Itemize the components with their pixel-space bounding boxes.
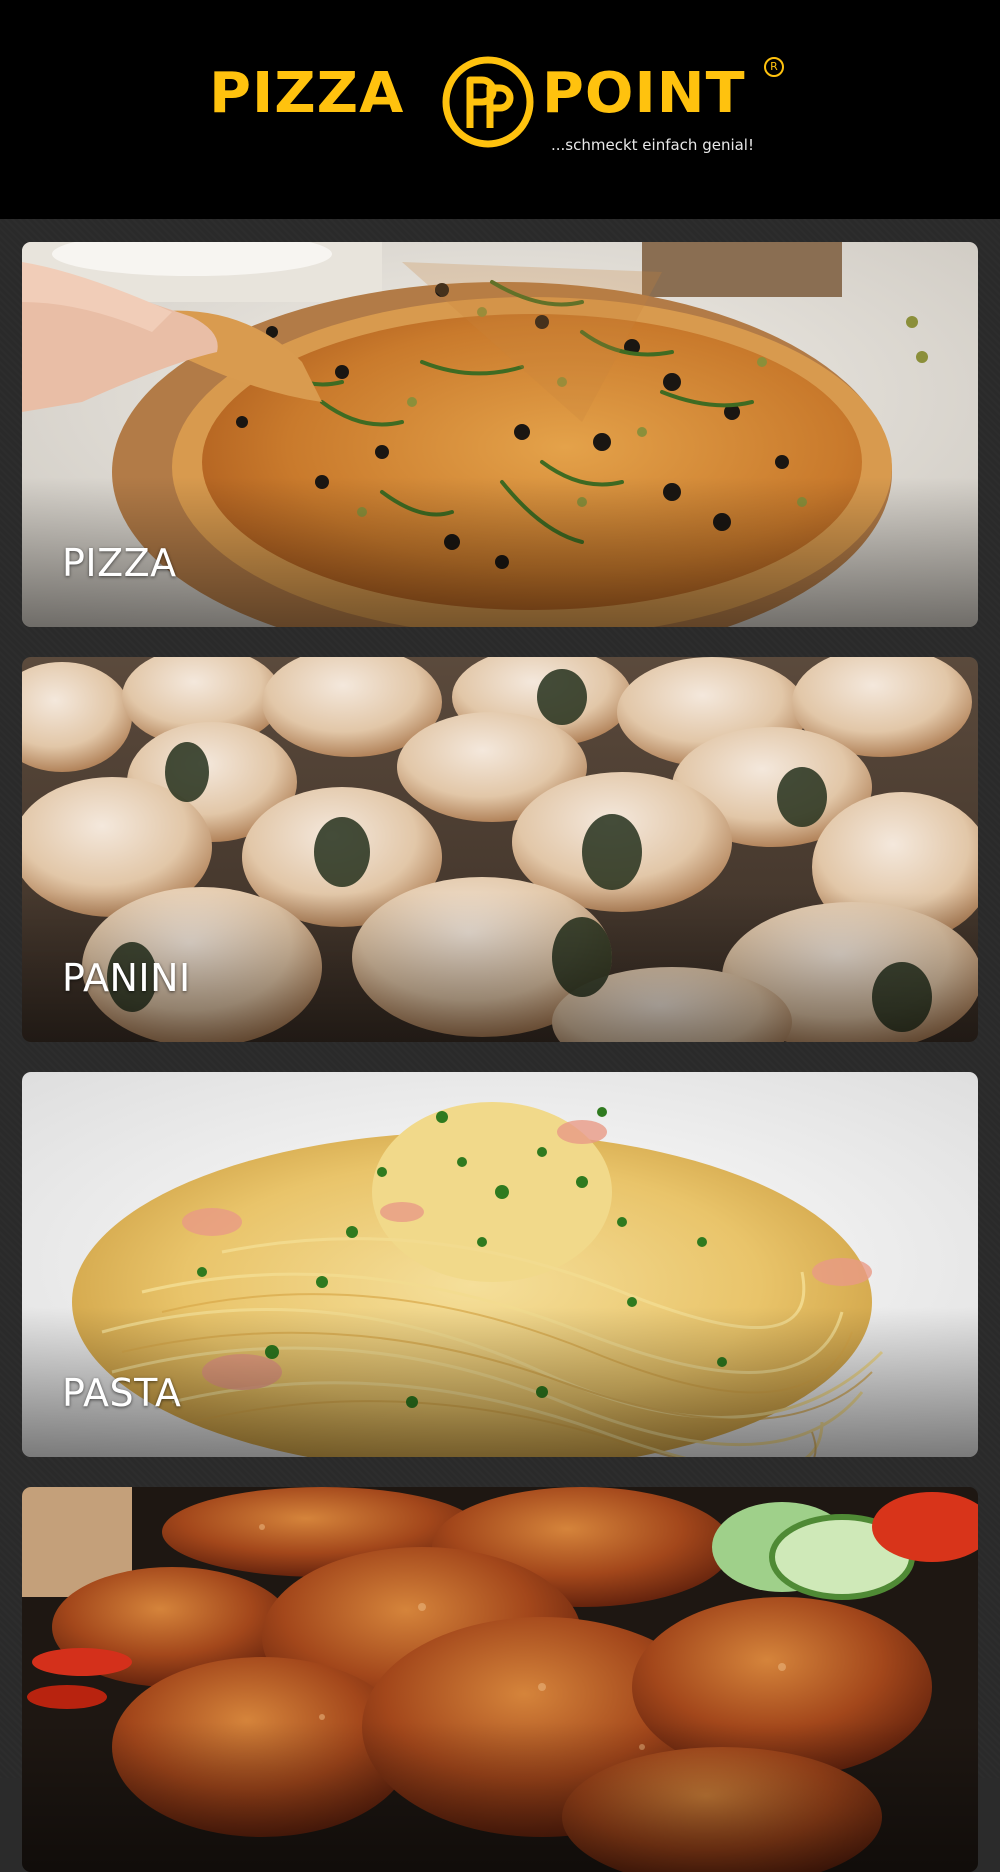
logo-tagline: ...schmeckt einfach genial! — [551, 136, 754, 154]
category-list: PIZZA PANINI PASTA — [0, 219, 1000, 1872]
category-card-pasta[interactable]: PASTA — [22, 1072, 978, 1457]
category-label: PANINI — [62, 956, 191, 1000]
app-header: PIZZA POINT R ...schmeckt einfach genial… — [0, 0, 1000, 219]
category-label: PIZZA — [62, 541, 177, 585]
card-overlay — [22, 1722, 978, 1872]
logo-wordmark-right: POINT — [542, 61, 746, 126]
category-card-panini[interactable]: PANINI — [22, 657, 978, 1042]
category-card-pizza[interactable]: PIZZA — [22, 242, 978, 627]
logo-wordmark-left: PIZZA — [209, 61, 405, 126]
pizza-point-logo[interactable]: PIZZA POINT R ...schmeckt einfach genial… — [208, 52, 790, 162]
pp-monogram-icon — [442, 56, 534, 148]
category-label: PASTA — [62, 1371, 182, 1415]
category-card-wings[interactable] — [22, 1487, 978, 1872]
registered-mark-icon: R — [764, 57, 784, 77]
